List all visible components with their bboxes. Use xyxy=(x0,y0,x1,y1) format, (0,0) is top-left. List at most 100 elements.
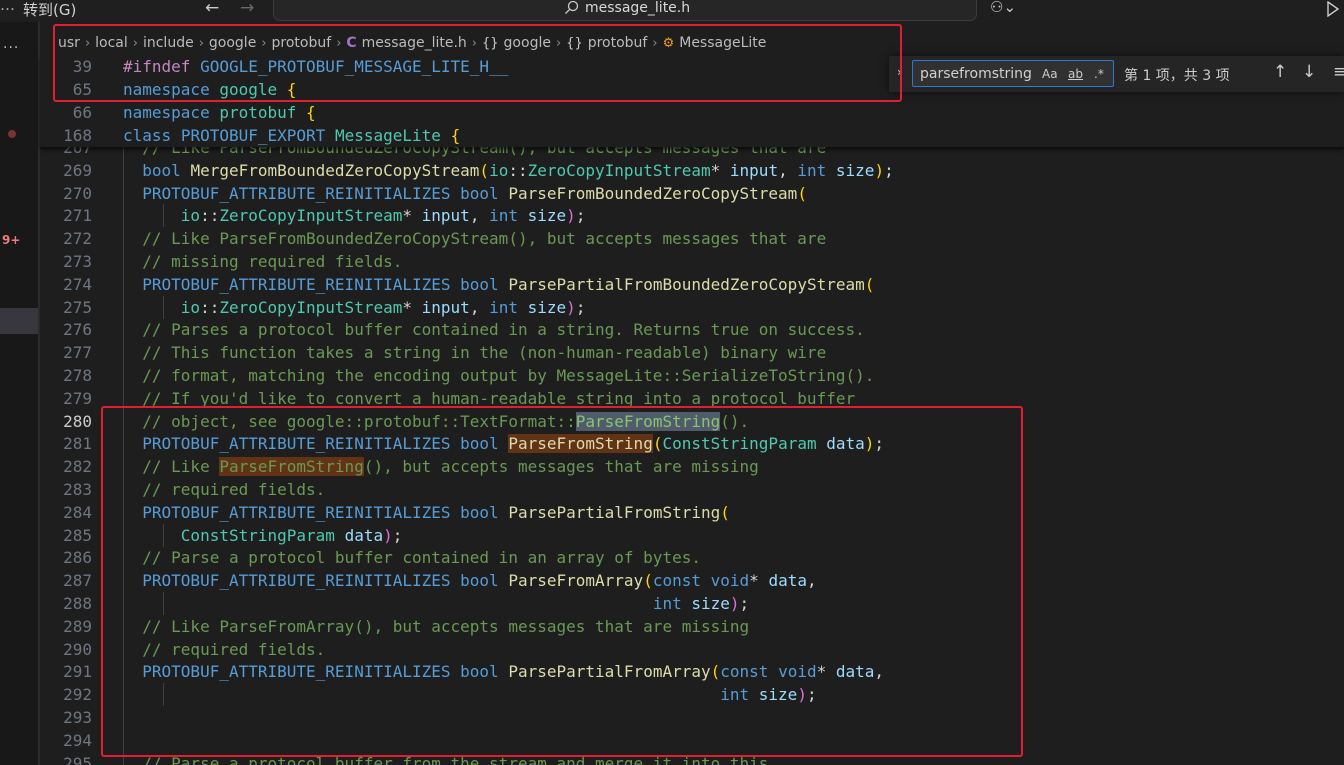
code-text: #ifndef GOOGLE_PROTOBUF_MESSAGE_LITE_H__ xyxy=(123,57,509,76)
line-number: 39 xyxy=(72,57,92,76)
find-input[interactable]: parsefromstring Aa ab .* xyxy=(912,60,1114,87)
code-text: // This function takes a string in the (… xyxy=(142,343,827,363)
code-line[interactable]: 270 PROTOBUF_ATTRIBUTE_REINITIALIZES boo… xyxy=(40,181,1344,205)
code-text: // Like ParseFromBoundedZeroCopyStream()… xyxy=(142,229,827,249)
code-editor[interactable]: 267 // Like ParseFromBoundedZeroCopyStre… xyxy=(40,147,1344,765)
back-arrow-icon[interactable]: ← xyxy=(205,0,219,18)
breadcrumb-item-protobuf-dir[interactable]: protobuf xyxy=(272,35,332,51)
breadcrumb-item-protobuf-ns[interactable]: protobuf xyxy=(588,35,648,51)
code-line[interactable]: 271 io::ZeroCopyInputStream* input, int … xyxy=(40,204,1344,228)
code-text: // Parse a protocol buffer from the stre… xyxy=(142,753,769,765)
line-number: 285 xyxy=(63,525,92,545)
breadcrumb-item-usr[interactable]: usr xyxy=(58,35,80,51)
sticky-scroll-line[interactable]: 66 namespace protobuf { xyxy=(40,101,940,124)
chevron-right-icon: › xyxy=(555,35,562,51)
line-number: 295 xyxy=(63,753,92,765)
code-text: // Like ParseFromString(), but accepts m… xyxy=(142,457,759,477)
code-line[interactable]: 295 // Parse a protocol buffer from the … xyxy=(40,751,1344,765)
code-line[interactable]: 288 int size); xyxy=(40,592,1344,615)
line-number: 65 xyxy=(72,80,92,99)
code-line[interactable]: 290 // required fields. xyxy=(40,637,1344,661)
chevron-right-icon: › xyxy=(261,35,267,51)
line-number: 273 xyxy=(63,252,92,271)
line-number: 278 xyxy=(63,366,92,385)
code-line[interactable]: 286 // Parse a protocol buffer contained… xyxy=(40,546,1344,570)
breadcrumb-item-class[interactable]: MessageLite xyxy=(679,35,766,51)
sticky-scroll-line[interactable]: 65 namespace google { xyxy=(40,78,940,101)
breadcrumb-item-local[interactable]: local xyxy=(95,35,128,51)
code-line[interactable]: 273 // missing required fields. xyxy=(40,250,1344,273)
code-text: PROTOBUF_ATTRIBUTE_REINITIALIZES bool Pa… xyxy=(142,662,885,682)
run-icon[interactable] xyxy=(1326,1,1340,17)
code-line[interactable]: 294 xyxy=(40,728,1344,752)
code-text: int size); xyxy=(652,594,750,613)
line-number: 269 xyxy=(63,160,92,180)
c-file-icon: C xyxy=(346,35,357,51)
code-line[interactable]: 279 // If you'd like to convert a human-… xyxy=(40,386,1344,410)
code-line[interactable]: 293 xyxy=(40,706,1344,729)
code-text: // missing required fields. xyxy=(142,252,403,271)
breadcrumb-item-file[interactable]: message_lite.h xyxy=(362,35,467,51)
regex-icon[interactable]: .* xyxy=(1094,67,1104,81)
code-line[interactable]: 287 PROTOBUF_ATTRIBUTE_REINITIALIZES boo… xyxy=(40,569,1344,593)
toggle-replace-icon[interactable]: › xyxy=(897,65,902,79)
more-icon[interactable]: … xyxy=(0,0,15,14)
command-center[interactable]: message_lite.h xyxy=(273,0,977,21)
code-line[interactable]: 267 // Like ParseFromBoundedZeroCopyStre… xyxy=(40,147,1344,159)
find-match-count: 第 1 项，共 3 项 xyxy=(1124,68,1230,84)
code-line[interactable]: 274 PROTOBUF_ATTRIBUTE_REINITIALIZES boo… xyxy=(40,272,1344,296)
code-line[interactable]: 284 PROTOBUF_ATTRIBUTE_REINITIALIZES boo… xyxy=(40,500,1344,524)
code-text: bool MergeFromBoundedZeroCopyStream(io::… xyxy=(142,160,894,180)
sticky-scroll-line[interactable]: 168 class PROTOBUF_EXPORT MessageLite { xyxy=(40,124,940,147)
line-number: 276 xyxy=(63,320,92,340)
code-text: PROTOBUF_ATTRIBUTE_REINITIALIZES bool Pa… xyxy=(142,274,875,294)
indent-guide xyxy=(123,706,124,729)
line-number: 274 xyxy=(63,274,92,294)
line-number: 275 xyxy=(63,297,92,317)
code-line[interactable]: 276 // Parses a protocol buffer containe… xyxy=(40,318,1344,342)
code-line[interactable]: 275 io::ZeroCopyInputStream* input, int … xyxy=(40,295,1344,319)
code-line[interactable]: 291 PROTOBUF_ATTRIBUTE_REINITIALIZES boo… xyxy=(40,660,1344,684)
chevron-right-icon: › xyxy=(84,35,91,51)
code-line[interactable]: 285 ConstStringParam data); xyxy=(40,523,1344,547)
activity-active-item[interactable] xyxy=(0,308,38,334)
line-number: 292 xyxy=(63,685,92,705)
line-number: 294 xyxy=(63,730,92,750)
previous-match-icon[interactable]: ↑ xyxy=(1273,62,1287,82)
forward-arrow-icon[interactable]: → xyxy=(240,0,254,18)
line-number: 280 xyxy=(63,411,92,431)
copilot-icon[interactable]: ⚇⌄ xyxy=(990,0,1016,16)
indent-guide xyxy=(123,728,124,752)
code-line[interactable]: 283 // required fields. xyxy=(40,478,1344,501)
next-match-icon[interactable]: ↓ xyxy=(1302,62,1316,82)
namespace-icon: {} xyxy=(566,35,583,51)
code-line[interactable]: 272 // Like ParseFromBoundedZeroCopyStre… xyxy=(40,227,1344,251)
code-line[interactable]: 292 int size); xyxy=(40,683,1344,707)
line-number: 279 xyxy=(63,388,92,408)
code-text: int size); xyxy=(720,685,817,705)
breadcrumb-item-google-dir[interactable]: google xyxy=(209,35,256,51)
activity-more-icon[interactable]: ··· xyxy=(3,40,19,56)
code-line[interactable]: 282 // Like ParseFromString(), but accep… xyxy=(40,455,1344,479)
whole-word-icon[interactable]: ab xyxy=(1068,67,1083,81)
namespace-icon: {} xyxy=(482,35,499,51)
code-line[interactable]: 278 // format, matching the encoding out… xyxy=(40,364,1344,387)
code-text: io::ZeroCopyInputStream* input, int size… xyxy=(180,206,586,226)
breadcrumb: usr › local › include › google › protobu… xyxy=(58,33,766,53)
line-number: 288 xyxy=(63,594,92,613)
breadcrumb-item-include[interactable]: include xyxy=(143,35,194,51)
menu-goto[interactable]: 转到(G) xyxy=(23,0,76,20)
breadcrumb-item-google-ns[interactable]: google xyxy=(504,35,551,51)
code-line[interactable]: 269 bool MergeFromBoundedZeroCopyStream(… xyxy=(40,158,1344,182)
code-line[interactable]: 289 // Like ParseFromArray(), but accept… xyxy=(40,614,1344,638)
line-number: 284 xyxy=(63,502,92,522)
code-line[interactable]: 281 PROTOBUF_ATTRIBUTE_REINITIALIZES boo… xyxy=(40,432,1344,456)
breakpoint-dot-icon xyxy=(8,130,16,138)
chevron-right-icon: › xyxy=(132,35,138,51)
code-line[interactable]: 280 // object, see google::protobuf::Tex… xyxy=(40,409,1344,433)
code-line[interactable]: 277 // This function takes a string in t… xyxy=(40,341,1344,365)
match-case-icon[interactable]: Aa xyxy=(1042,67,1058,81)
find-menu-icon[interactable]: ≡ xyxy=(1333,62,1344,82)
sticky-scroll-line[interactable]: 39 #ifndef GOOGLE_PROTOBUF_MESSAGE_LITE_H… xyxy=(40,55,940,78)
problems-badge: 9+ xyxy=(2,233,21,247)
